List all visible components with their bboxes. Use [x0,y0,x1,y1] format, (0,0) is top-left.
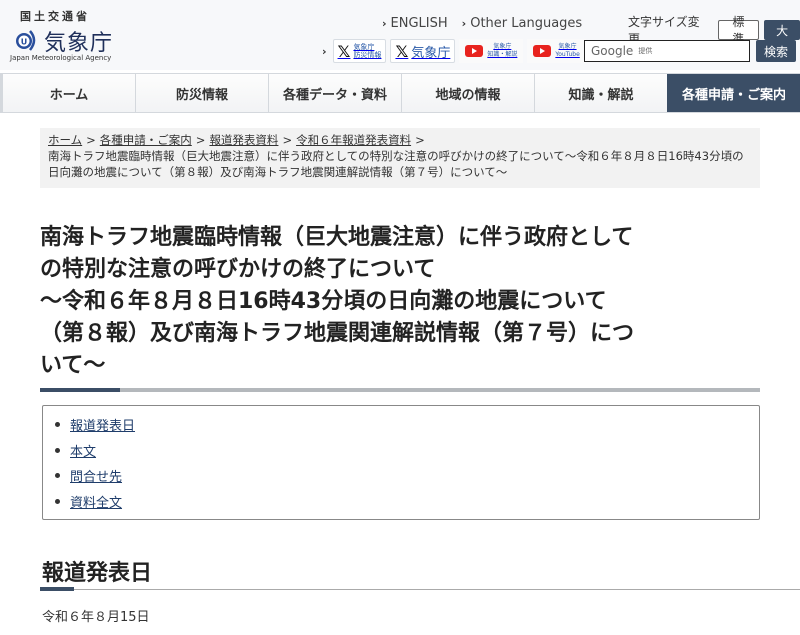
x-bousai-line2: 防災情報 [353,51,382,59]
search-button[interactable]: 検索 [756,40,796,62]
toc-link-full-document[interactable]: 資料全文 [70,492,122,511]
title-underline [40,388,760,392]
breadcrumb-applications[interactable]: 各種申請・ご案内 [100,133,192,147]
youtube-jma-line1: 気象庁 [558,43,577,50]
site-search: Google 提供 検索 [584,40,796,62]
youtube-jma-button[interactable]: 気象庁 YouTube [527,39,586,63]
x-bousai-button[interactable]: 𝕏 気象庁 防災情報 [332,39,387,63]
page-title-line: いて～ [40,353,106,378]
table-of-contents: 報道発表日 本文 問合せ先 資料全文 [42,405,760,520]
page-title-line: 南海トラフ地震臨時情報（巨大地震注意）に伴う政府として [40,225,634,250]
other-languages-label: Other Languages [470,16,583,31]
chevron-right-icon: › [382,17,387,30]
toc-link-release-date[interactable]: 報道発表日 [70,415,135,434]
toc-item: 問合せ先 [53,463,759,489]
release-date: 令和６年８月15日 [42,610,150,625]
breadcrumb-separator: > [282,133,293,147]
language-links: › ENGLISH › Other Languages [382,16,582,31]
search-placeholder: Google [591,44,634,58]
bullet-icon [55,447,60,453]
youtube-jma-line2: YouTube [555,51,580,58]
english-link-label: ENGLISH [390,16,448,31]
section-underline-accent [40,587,74,591]
breadcrumb-home[interactable]: ホーム [48,133,82,147]
youtube-knowledge-button[interactable]: 気象庁 知識・解説 [459,39,524,63]
page-title: 南海トラフ地震臨時情報（巨大地震注意）に伴う政府として の特別な注意の呼びかけの… [40,222,770,382]
section-heading-release-date: 報道発表日 [42,561,153,586]
svg-text:U: U [21,38,28,47]
youtube-knowledge-label: 気象庁 知識・解説 [487,43,517,59]
agency-name: 気象庁 [44,31,114,56]
toc-link-contact[interactable]: 問合せ先 [70,466,122,485]
jma-logo[interactable]: 国土交通省 U 気象庁 Japan Meteorological Agency [8,6,128,64]
title-underline-accent [40,388,120,392]
x-bousai-line1: 気象庁 [353,43,375,51]
font-size-standard-button[interactable]: 標準 [717,15,760,46]
toc-item: 資料全文 [53,489,759,515]
x-logo-icon: 𝕏 [395,41,409,61]
breadcrumb-separator: > [86,133,96,147]
toc-item: 本文 [53,438,759,464]
x-jma-button[interactable]: 𝕏 気象庁 [390,39,456,63]
breadcrumb-links: ホーム > 各種申請・ご案内 > 報道発表資料 > 令和６年報道発表資料 > [48,132,752,148]
breadcrumb-separator: > [195,133,206,147]
breadcrumb: ホーム > 各種申請・ご案内 > 報道発表資料 > 令和６年報道発表資料 > 南海トラフ地震臨… [40,128,760,188]
nav-knowledge[interactable]: 知識・解説 [534,74,667,112]
page-title-line: の特別な注意の呼びかけの終了について [40,257,436,282]
youtube-knowledge-line2: 知識・解説 [487,51,518,58]
toc-item: 報道発表日 [53,412,759,438]
page-title-line: ～令和６年８月８日16時43分頃の日向灘の地震について [40,289,607,314]
nav-data[interactable]: 各種データ・資料 [268,74,401,112]
youtube-jma-label: 気象庁 YouTube [555,43,579,59]
page-title-line: （第８報）及び南海トラフ地震関連解説情報（第７号）につ [40,321,635,346]
nav-applications[interactable]: 各種申請・ご案内 [667,74,800,112]
bullet-icon [55,498,60,504]
youtube-icon [533,45,552,57]
english-link[interactable]: › ENGLISH [382,16,448,31]
agency-name-en: Japan Meteorological Agency [10,54,112,62]
section-underline [40,587,800,591]
search-input[interactable]: Google 提供 [584,40,750,62]
chevron-right-icon: › [322,44,327,58]
x-bousai-label: 気象庁 防災情報 [353,43,381,59]
breadcrumb-press-releases[interactable]: 報道発表資料 [209,133,278,147]
nav-regional-info[interactable]: 地域の情報 [401,74,534,112]
nav-disaster-info[interactable]: 防災情報 [135,74,268,112]
other-languages-link[interactable]: › Other Languages [462,16,583,31]
x-jma-label: 気象庁 [411,45,451,61]
youtube-knowledge-line1: 気象庁 [493,43,512,50]
nav-home[interactable]: ホーム [0,74,135,112]
ministry-name: 国土交通省 [20,10,90,23]
global-nav: ホーム 防災情報 各種データ・資料 地域の情報 知識・解説 各種申請・ご案内 [0,73,800,113]
youtube-icon [465,45,484,57]
jma-emblem-icon: U [16,30,36,51]
breadcrumb-separator: > [415,133,425,147]
breadcrumb-current: 南海トラフ地震臨時情報（巨大地震注意）に伴う政府としての特別な注意の呼びかけの終… [48,149,744,179]
chevron-right-icon: › [461,17,467,30]
breadcrumb-r6-press-releases[interactable]: 令和６年報道発表資料 [296,133,411,147]
sns-links: › 𝕏 気象庁 防災情報 𝕏 気象庁 気象庁 知識・解説 気象庁 YouTube [322,39,586,63]
bullet-icon [55,422,60,428]
search-placeholder-sub: 提供 [638,47,653,55]
font-size-large-button[interactable]: 大 [764,20,800,40]
bullet-icon [55,473,60,479]
site-header: 国土交通省 U 気象庁 Japan Meteorological Agency … [0,0,800,70]
toc-link-body[interactable]: 本文 [70,441,96,460]
x-logo-icon: 𝕏 [337,41,351,61]
